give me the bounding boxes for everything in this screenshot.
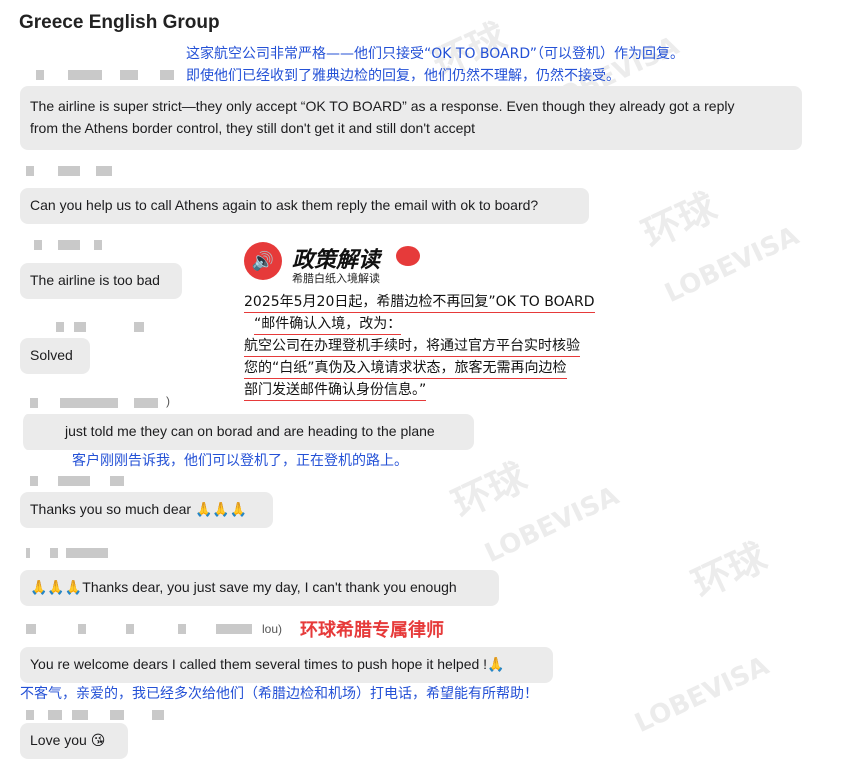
- message-text: Love you 😘: [30, 732, 106, 748]
- sender-name-redacted: [56, 322, 156, 334]
- message-bubble: Can you help us to call Athens again to …: [20, 188, 589, 224]
- message-bubble: Love you 😘: [20, 723, 128, 759]
- message-text: The airline is too bad: [30, 272, 160, 288]
- sender-name-redacted: [36, 70, 176, 82]
- watermark: LOBEVISA: [630, 650, 774, 740]
- policy-line: 航空公司在办理登机手续时，将通过官方平台实时核验: [244, 336, 580, 357]
- policy-line: “邮件确认入境，改为：: [254, 314, 402, 335]
- watermark: 环球: [635, 184, 724, 257]
- message-text: 🙏🙏🙏Thanks dear, you just save my day, I …: [30, 579, 457, 595]
- message-bubble: just told me they can on borad and are h…: [20, 414, 474, 450]
- message-text: You re welcome dears I called them sever…: [30, 656, 505, 672]
- policy-subtitle: 希腊白纸入境解读: [292, 272, 380, 285]
- lawyer-label: 环球希腊专属律师: [300, 620, 444, 641]
- message-bubble: Solved: [20, 338, 90, 374]
- sender-name-redacted: [34, 240, 114, 252]
- sender-suffix: ): [166, 394, 170, 408]
- sender-name-redacted: [30, 476, 140, 488]
- message-text: from the Athens border control, they sti…: [30, 120, 476, 136]
- translation-1-line-2: 即使他们已经收到了雅典边检的回复，他们仍然不理解，仍然不接受。: [186, 68, 620, 84]
- megaphone-icon: 🔊: [244, 242, 282, 280]
- message-bubble: You re welcome dears I called them sever…: [20, 647, 553, 683]
- translation-2: 客户刚刚告诉我，他们可以登机了，正在登机的路上。: [72, 453, 408, 469]
- message-text: The airline is super strict—they only ac…: [30, 98, 735, 114]
- sender-name-redacted: [26, 548, 136, 560]
- sender-name-redacted: [26, 710, 166, 722]
- group-title: Greece English Group: [19, 12, 220, 33]
- message-text: Thanks you so much dear 🙏🙏🙏: [30, 501, 248, 517]
- watermark: LOBEVISA: [660, 220, 804, 310]
- speech-bubble-icon: [396, 246, 420, 266]
- sender-name-redacted: [26, 166, 116, 178]
- translation-1-line-1: 这家航空公司非常严格——他们只接受“OK TO BOARD”（可以登机）作为回复…: [186, 46, 685, 62]
- policy-line: 部门发送邮件确认身份信息。”: [244, 380, 427, 401]
- message-bubble: The airline is super strict—they only ac…: [20, 86, 802, 150]
- message-text: Solved: [30, 347, 73, 363]
- watermark: LOBEVISA: [480, 480, 624, 570]
- sender-name-redacted: ): [30, 394, 175, 410]
- sender-name-redacted: lou): [26, 622, 291, 636]
- policy-line: 您的“白纸”真伪及入境请求状态，旅客无需再向边检: [244, 358, 567, 379]
- message-bubble: Thanks you so much dear 🙏🙏🙏: [20, 492, 273, 528]
- sender-suffix: lou): [262, 622, 283, 636]
- message-bubble: The airline is too bad: [20, 263, 182, 299]
- policy-line: 2025年5月20日起，希腊边检不再回复”OK TO BOARD: [244, 292, 595, 313]
- message-bubble: 🙏🙏🙏Thanks dear, you just save my day, I …: [20, 570, 499, 606]
- message-text: Can you help us to call Athens again to …: [30, 197, 539, 213]
- translation-3: 不客气，亲爱的，我已经多次给他们（希腊边检和机场）打电话，希望能有所帮助！: [20, 686, 538, 702]
- watermark: 环球: [445, 454, 534, 527]
- watermark: 环球: [685, 534, 774, 607]
- message-text: just told me they can on borad and are h…: [65, 423, 435, 439]
